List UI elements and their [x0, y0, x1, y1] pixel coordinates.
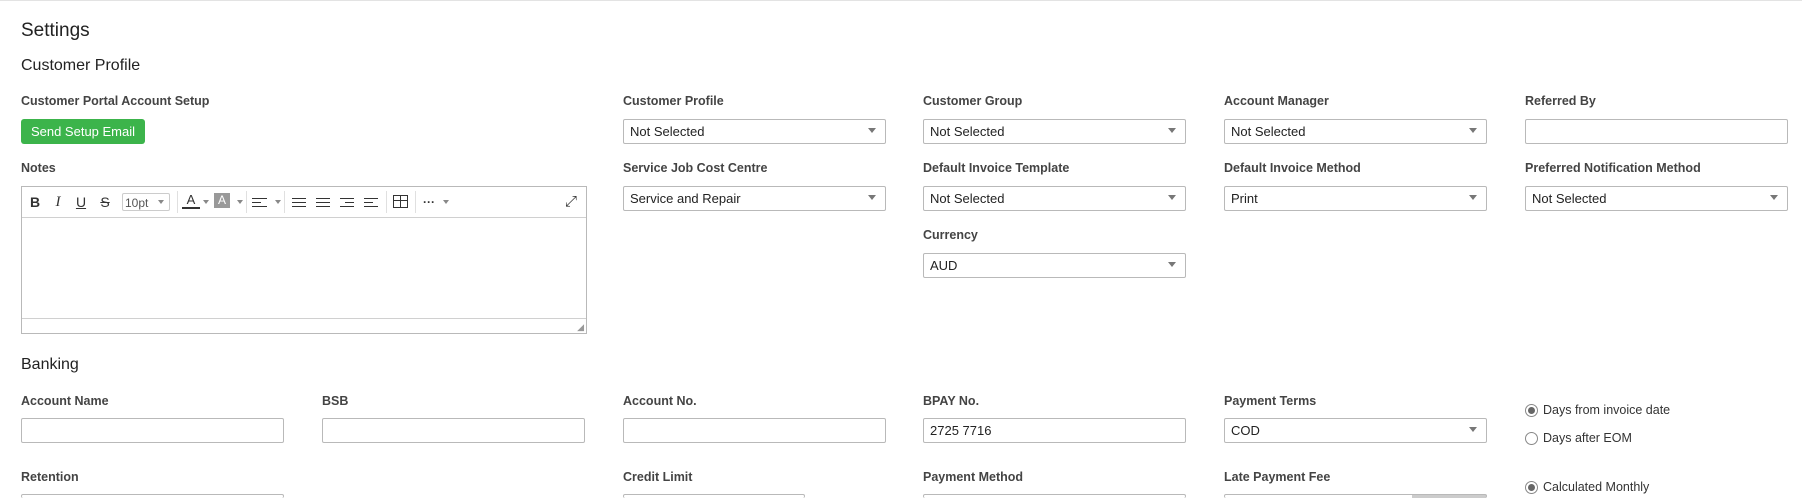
service-job-cost-centre-select[interactable]: Service and Repair [623, 186, 886, 211]
customer-profile-heading: Customer Profile [21, 57, 141, 74]
banking-heading: Banking [21, 356, 79, 373]
chevron-down-icon [1168, 262, 1176, 267]
default-invoice-template-value: Not Selected [930, 191, 1005, 206]
text-color-icon[interactable]: A [182, 193, 200, 209]
preferred-notification-method-label: Preferred Notification Method [1525, 161, 1701, 175]
credit-limit-input[interactable] [623, 494, 805, 498]
payment-method-select[interactable] [923, 494, 1186, 498]
account-no-label: Account No. [623, 394, 697, 408]
portal-setup-label: Customer Portal Account Setup [21, 94, 210, 108]
bold-icon[interactable]: B [26, 193, 44, 211]
chevron-down-icon [158, 200, 164, 204]
chevron-down-icon [237, 200, 243, 204]
payment-terms-select[interactable]: COD [1224, 418, 1487, 443]
editor-statusbar: ◢ [22, 318, 586, 333]
payment-terms-label: Payment Terms [1224, 394, 1317, 408]
customer-group-select[interactable]: Not Selected [923, 119, 1186, 144]
chevron-down-icon [443, 200, 449, 204]
service-job-cost-centre-label: Service Job Cost Centre [623, 161, 768, 175]
calculated-monthly-label: Calculated Monthly [1543, 480, 1650, 494]
days-from-invoice-radio[interactable] [1525, 404, 1538, 417]
bpay-no-value: 2725 7716 [930, 423, 992, 438]
toolbar-divider [284, 191, 285, 213]
strikethrough-icon[interactable]: S [96, 193, 114, 211]
default-invoice-template-select[interactable]: Not Selected [923, 186, 1186, 211]
chevron-down-icon [1469, 128, 1477, 133]
chevron-down-icon [1168, 128, 1176, 133]
notes-editor: B I U S 10pt A A ··· ⤢ ◢ [21, 186, 587, 334]
payment-terms-value: COD [1231, 423, 1260, 438]
currency-select[interactable]: AUD [923, 253, 1186, 278]
chevron-down-icon [1469, 427, 1477, 432]
days-after-eom-radio[interactable] [1525, 432, 1538, 445]
preferred-notification-method-value: Not Selected [1532, 191, 1607, 206]
account-manager-select[interactable]: Not Selected [1224, 119, 1487, 144]
indent-icon[interactable] [364, 193, 378, 211]
credit-limit-label: Credit Limit [623, 470, 693, 484]
currency-label: Currency [923, 228, 978, 242]
late-payment-fee-input[interactable] [1224, 494, 1487, 498]
default-invoice-template-label: Default Invoice Template [923, 161, 1070, 175]
account-manager-label: Account Manager [1224, 94, 1329, 108]
toolbar-divider [246, 191, 247, 213]
referred-by-input[interactable] [1525, 119, 1788, 144]
default-invoice-method-label: Default Invoice Method [1224, 161, 1361, 175]
bsb-input[interactable] [322, 418, 585, 443]
bullet-list-icon[interactable] [292, 193, 306, 211]
chevron-down-icon [275, 200, 281, 204]
numbered-list-icon[interactable] [316, 193, 330, 211]
toolbar-divider [386, 191, 387, 213]
table-icon[interactable] [393, 195, 408, 208]
customer-group-label: Customer Group [923, 94, 1023, 108]
payment-method-label: Payment Method [923, 470, 1024, 484]
days-after-eom-label: Days after EOM [1543, 431, 1632, 445]
service-job-cost-centre-value: Service and Repair [630, 191, 741, 206]
underline-icon[interactable]: U [72, 193, 90, 211]
account-name-label: Account Name [21, 394, 109, 408]
account-no-input[interactable] [623, 418, 886, 443]
default-invoice-method-select[interactable]: Print [1224, 186, 1487, 211]
send-setup-email-button[interactable]: Send Setup Email [21, 119, 145, 144]
currency-value: AUD [930, 258, 958, 273]
bsb-label: BSB [322, 394, 349, 408]
fullscreen-icon[interactable]: ⤢ [563, 193, 579, 211]
chevron-down-icon [203, 200, 209, 204]
retention-input[interactable] [21, 494, 284, 498]
default-invoice-method-value: Print [1231, 191, 1258, 206]
chevron-down-icon [868, 195, 876, 200]
account-manager-value: Not Selected [1231, 124, 1306, 139]
days-from-invoice-label: Days from invoice date [1543, 403, 1671, 417]
chevron-down-icon [1770, 195, 1778, 200]
bpay-no-label: BPAY No. [923, 394, 980, 408]
customer-profile-label: Customer Profile [623, 94, 724, 108]
font-size-value: 10pt [125, 196, 149, 210]
more-icon[interactable]: ··· [420, 193, 438, 211]
align-left-icon[interactable] [252, 193, 267, 211]
account-name-input[interactable] [21, 418, 284, 443]
calculated-monthly-radio[interactable] [1525, 481, 1538, 494]
italic-icon[interactable]: I [49, 193, 67, 211]
resize-handle-icon[interactable]: ◢ [577, 323, 584, 332]
background-color-icon[interactable]: A [214, 193, 230, 208]
referred-by-label: Referred By [1525, 94, 1596, 108]
preferred-notification-method-select[interactable]: Not Selected [1525, 186, 1788, 211]
editor-toolbar: B I U S 10pt A A ··· ⤢ [22, 187, 586, 218]
bpay-no-input[interactable]: 2725 7716 [923, 418, 1186, 443]
chevron-down-icon [1168, 195, 1176, 200]
chevron-down-icon [1469, 195, 1477, 200]
toolbar-divider [177, 191, 178, 213]
notes-editor-area[interactable] [22, 218, 586, 318]
page-title: Settings [21, 20, 90, 41]
toolbar-divider [415, 191, 416, 213]
retention-label: Retention [21, 470, 79, 484]
top-divider [0, 0, 1802, 1]
customer-group-value: Not Selected [930, 124, 1005, 139]
notes-label: Notes [21, 161, 56, 175]
late-payment-fee-label: Late Payment Fee [1224, 470, 1331, 484]
chevron-down-icon [868, 128, 876, 133]
outdent-icon[interactable] [340, 193, 354, 211]
customer-profile-value: Not Selected [630, 124, 705, 139]
customer-profile-select[interactable]: Not Selected [623, 119, 886, 144]
